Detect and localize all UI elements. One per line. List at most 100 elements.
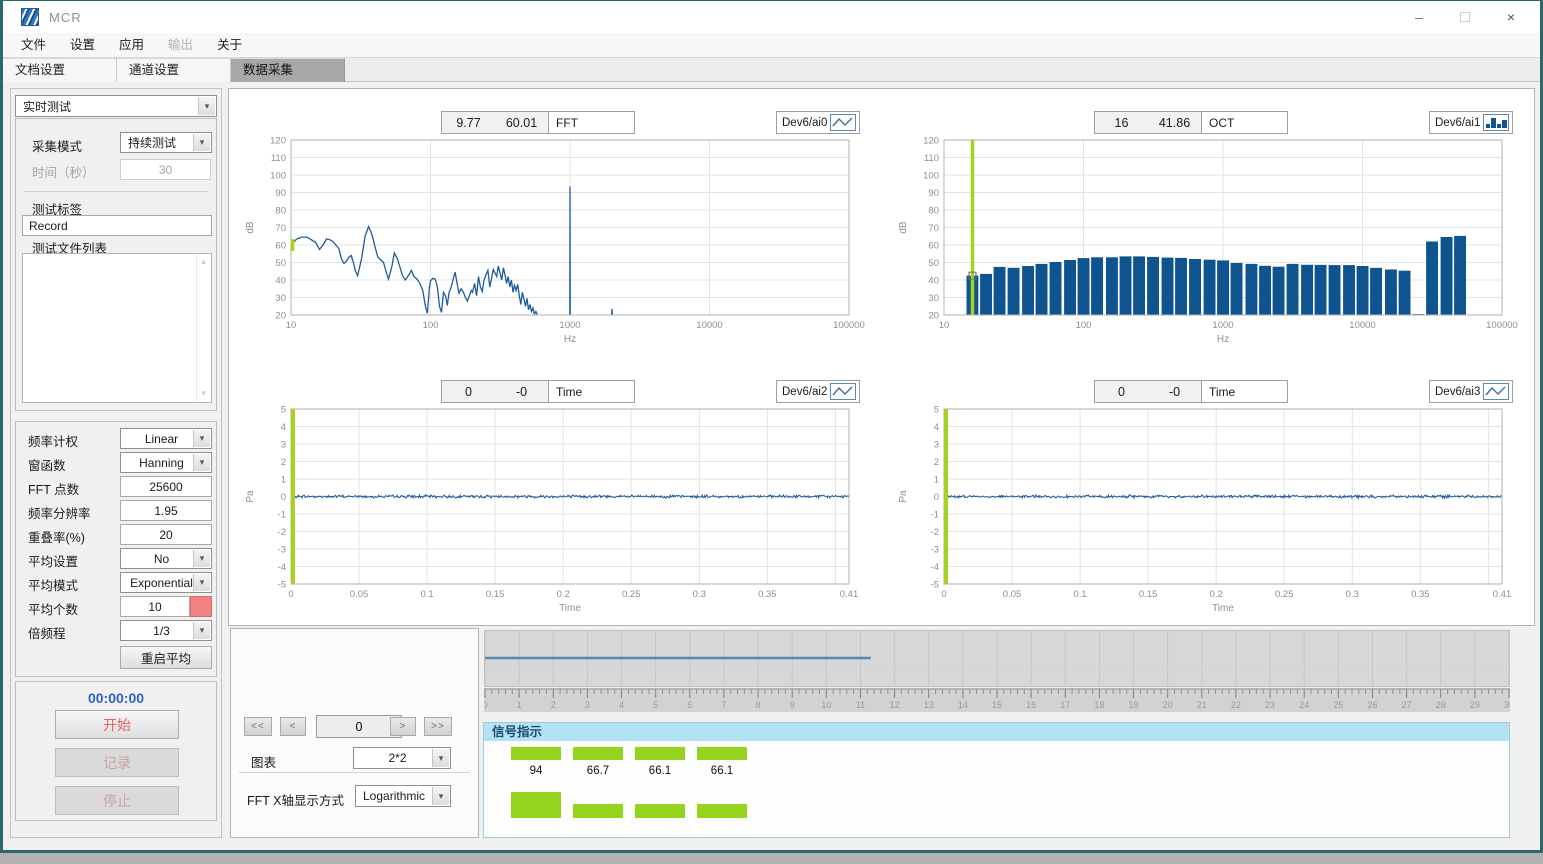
record-button[interactable]: 记录 <box>55 748 179 777</box>
svg-text:23: 23 <box>1265 700 1275 710</box>
chart-type-input[interactable]: Time <box>1202 380 1288 403</box>
svg-text:0.2: 0.2 <box>1210 589 1223 600</box>
param-label: 倍频程 <box>28 623 66 642</box>
svg-text:-1: -1 <box>278 510 286 521</box>
stop-button[interactable]: 停止 <box>55 786 179 815</box>
menu-item[interactable]: 应用 <box>107 33 156 58</box>
param-select[interactable]: 1/3▾ <box>120 620 212 641</box>
chevron-down-icon: ▾ <box>193 430 210 447</box>
param-input[interactable]: 1.95 <box>120 500 212 521</box>
scroll-down-icon[interactable]: ▼ <box>197 387 210 401</box>
param-row: 窗函数Hanning▾ <box>16 451 216 475</box>
svg-text:0: 0 <box>941 589 946 600</box>
close-button[interactable]: × <box>1488 1 1534 33</box>
acq-mode-select[interactable]: 持续测试 ▾ <box>120 132 212 153</box>
restart-average-button[interactable]: 重启平均 <box>120 646 212 669</box>
param-row: 平均模式Exponential▾ <box>16 571 216 595</box>
menu-item[interactable]: 设置 <box>58 33 107 58</box>
svg-text:-3: -3 <box>278 545 286 556</box>
page-prev-button[interactable]: < <box>280 717 306 736</box>
tab-通道设置[interactable]: 通道设置 <box>117 58 231 82</box>
svg-text:Time: Time <box>1212 603 1234 614</box>
alert-flag <box>190 596 212 617</box>
menu-item[interactable]: 文件 <box>9 33 58 58</box>
test-mode-select[interactable]: 实时测试 ▾ <box>15 95 217 117</box>
fft-plot[interactable]: 2030405060708090100110120101001000100001… <box>237 135 873 351</box>
svg-text:70: 70 <box>275 223 286 234</box>
chevron-down-icon: ▾ <box>432 787 449 805</box>
chart-layout-select[interactable]: 2*2 ▾ <box>353 747 451 769</box>
signal-meter-block <box>573 804 623 818</box>
cursor-readout: 0-0 <box>1094 380 1202 403</box>
start-button[interactable]: 开始 <box>55 710 179 739</box>
param-row: 频率计权Linear▾ <box>16 427 216 451</box>
fft-xaxis-mode-label: FFT X轴显示方式 <box>247 790 344 809</box>
page-next-button[interactable]: > <box>390 717 416 736</box>
line-trace-icon <box>830 114 856 131</box>
channel-selector[interactable]: Dev6/ai0 <box>776 111 860 134</box>
acq-time-input[interactable]: 30 <box>120 159 211 180</box>
param-label: FFT 点数 <box>28 479 79 498</box>
main-content: 实时测试 ▾ 采集模式 持续测试 ▾ 时间（秒） 30 测试标签 Record … <box>3 82 1540 850</box>
svg-text:14: 14 <box>958 700 968 710</box>
channel-selector[interactable]: Dev6/ai2 <box>776 380 860 403</box>
chevron-down-icon: ▾ <box>193 134 210 151</box>
channel-selector[interactable]: Dev6/ai3 <box>1429 380 1513 403</box>
menu-item[interactable]: 关于 <box>205 33 254 58</box>
svg-text:25: 25 <box>1333 700 1343 710</box>
bar-trace-icon <box>1483 114 1509 131</box>
tab-文档设置[interactable]: 文档设置 <box>3 58 117 82</box>
minimize-button[interactable]: – <box>1396 1 1442 33</box>
svg-text:11: 11 <box>856 700 865 710</box>
svg-text:110: 110 <box>924 153 939 164</box>
menu-bar: 文件设置应用输出关于 <box>3 33 1540 58</box>
signal-meter-block <box>635 804 685 818</box>
time_a-plot[interactable]: -5-4-3-2-101234500.050.10.150.20.250.30.… <box>237 404 873 620</box>
scroll-up-icon[interactable]: ▲ <box>197 255 210 269</box>
fft-xaxis-mode-select[interactable]: Logarithmic ▾ <box>355 785 451 807</box>
param-input[interactable]: 10 <box>120 596 190 617</box>
chart-type-input[interactable]: Time <box>549 380 635 403</box>
chart-type-input[interactable]: OCT <box>1202 111 1288 134</box>
time_b-plot[interactable]: -5-4-3-2-101234500.050.10.150.20.250.30.… <box>890 404 1526 620</box>
svg-text:0.05: 0.05 <box>350 589 369 600</box>
test-tag-input[interactable]: Record <box>22 215 212 236</box>
svg-text:30: 30 <box>1504 700 1510 710</box>
param-row: 倍频程 1/3▾ <box>16 619 216 643</box>
svg-text:100: 100 <box>423 320 439 331</box>
channel-selector[interactable]: Dev6/ai1 <box>1429 111 1513 134</box>
svg-text:0.15: 0.15 <box>1139 589 1158 600</box>
test-file-listbox[interactable]: ▲ ▼ <box>22 253 212 403</box>
svg-text:5: 5 <box>934 405 939 416</box>
svg-text:5: 5 <box>653 700 658 710</box>
svg-text:8: 8 <box>756 700 761 710</box>
svg-text:10000: 10000 <box>696 320 722 331</box>
svg-text:24: 24 <box>1299 700 1309 710</box>
page-first-button[interactable]: << <box>244 717 272 736</box>
oct-plot[interactable]: 2030405060708090100110120101001000100001… <box>890 135 1526 351</box>
svg-text:40: 40 <box>928 276 939 287</box>
signal-meter-block <box>697 804 747 818</box>
chart-type-input[interactable]: FFT <box>549 111 635 134</box>
tab-数据采集[interactable]: 数据采集 <box>231 58 345 82</box>
svg-text:110: 110 <box>271 153 286 164</box>
signal-level-bar <box>697 747 747 760</box>
param-label: 平均个数 <box>28 599 78 618</box>
listbox-scrollbar[interactable]: ▲ ▼ <box>196 255 210 401</box>
maximize-button[interactable] <box>1442 1 1488 33</box>
svg-text:0.1: 0.1 <box>1073 589 1086 600</box>
param-select[interactable]: Hanning▾ <box>120 452 212 473</box>
menu-item[interactable]: 输出 <box>156 33 205 58</box>
svg-text:4: 4 <box>281 422 286 433</box>
svg-text:0.41: 0.41 <box>840 589 859 600</box>
svg-text:dB: dB <box>898 221 909 234</box>
svg-text:Pa: Pa <box>245 490 256 503</box>
param-select[interactable]: No▾ <box>120 548 212 569</box>
svg-text:-5: -5 <box>278 580 286 591</box>
param-input[interactable]: 25600 <box>120 476 212 497</box>
param-input[interactable]: 20 <box>120 524 212 545</box>
param-select[interactable]: Linear▾ <box>120 428 212 449</box>
param-select[interactable]: Exponential▾ <box>120 572 212 593</box>
page-last-button[interactable]: >> <box>424 717 452 736</box>
svg-text:20: 20 <box>928 311 939 322</box>
